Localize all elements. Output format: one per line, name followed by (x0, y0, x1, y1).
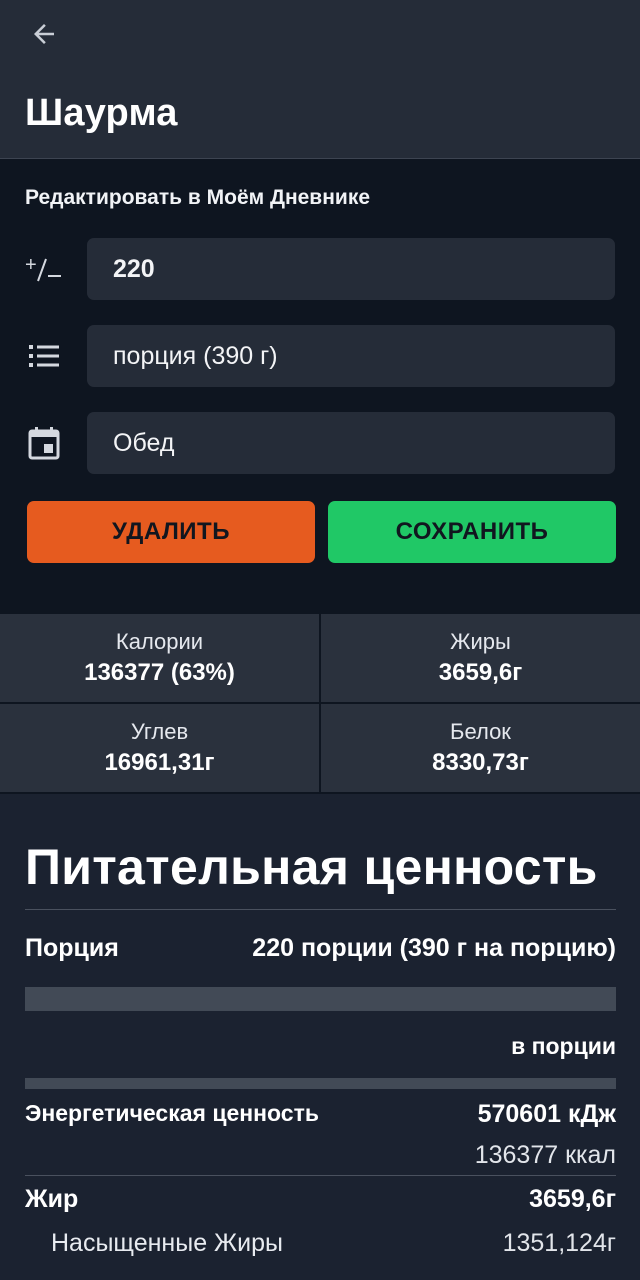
calories-value: 136377 (63%) (84, 659, 235, 686)
nutrition-facts: Питательная ценность Порция 220 порции (… (25, 795, 616, 1280)
list-icon (24, 336, 64, 376)
calories-cell: Калории 136377 (63%) (0, 614, 319, 702)
quantity-input[interactable]: 220 (87, 238, 615, 300)
carbs-cell: Углев 16961,31г (0, 704, 319, 792)
plus-minus-icon: + (24, 249, 64, 289)
app-header: Шаурма (0, 0, 640, 159)
protein-label: Белок (450, 719, 511, 744)
unit-selector[interactable]: порция (390 г) (87, 325, 615, 387)
saturated-fat-label: Насыщенные Жиры (51, 1229, 283, 1257)
carbs-label: Углев (130, 719, 189, 744)
fat-label: Жиры (450, 629, 511, 654)
protein-cell: Белок 8330,73г (321, 704, 640, 792)
meal-selector[interactable]: Обед (87, 412, 615, 474)
fat-value: 3659,6г (438, 659, 523, 686)
divider (25, 1175, 616, 1176)
back-button[interactable] (22, 14, 66, 54)
edit-panel: Редактировать в Моём Дневнике + 220 порц… (0, 159, 640, 614)
per-serving-header: в порции (511, 1033, 616, 1059)
page-title: Шаурма (25, 92, 178, 134)
serving-label: Порция (25, 934, 119, 962)
medium-divider (25, 1078, 616, 1089)
macro-summary: Калории 136377 (63%) Жиры 3659,6г Углев … (0, 614, 640, 794)
thick-divider (25, 987, 616, 1011)
protein-value: 8330,73г (432, 749, 529, 776)
edit-panel-title: Редактировать в Моём Дневнике (25, 186, 371, 209)
saturated-fat-value: 1351,124г (502, 1229, 616, 1257)
energy-kcal-value: 136377 ккал (474, 1141, 616, 1169)
carbs-value: 16961,31г (104, 749, 215, 776)
svg-text:+: + (25, 254, 37, 276)
fat-row-value: 3659,6г (529, 1185, 616, 1213)
energy-kj-value: 570601 кДж (477, 1100, 616, 1128)
arrow-left-icon (34, 24, 54, 44)
serving-value: 220 порции (390 г на порцию) (252, 934, 616, 962)
fat-cell: Жиры 3659,6г (321, 614, 640, 702)
divider (25, 909, 616, 910)
fat-row-label: Жир (25, 1185, 79, 1213)
save-button[interactable]: СОХРАНИТЬ (328, 501, 616, 563)
nutrition-title: Питательная ценность (25, 839, 598, 895)
calendar-icon (24, 423, 64, 463)
delete-button[interactable]: УДАЛИТЬ (27, 501, 315, 563)
calories-label: Калории (115, 629, 204, 654)
energy-label: Энергетическая ценность (25, 1100, 319, 1126)
